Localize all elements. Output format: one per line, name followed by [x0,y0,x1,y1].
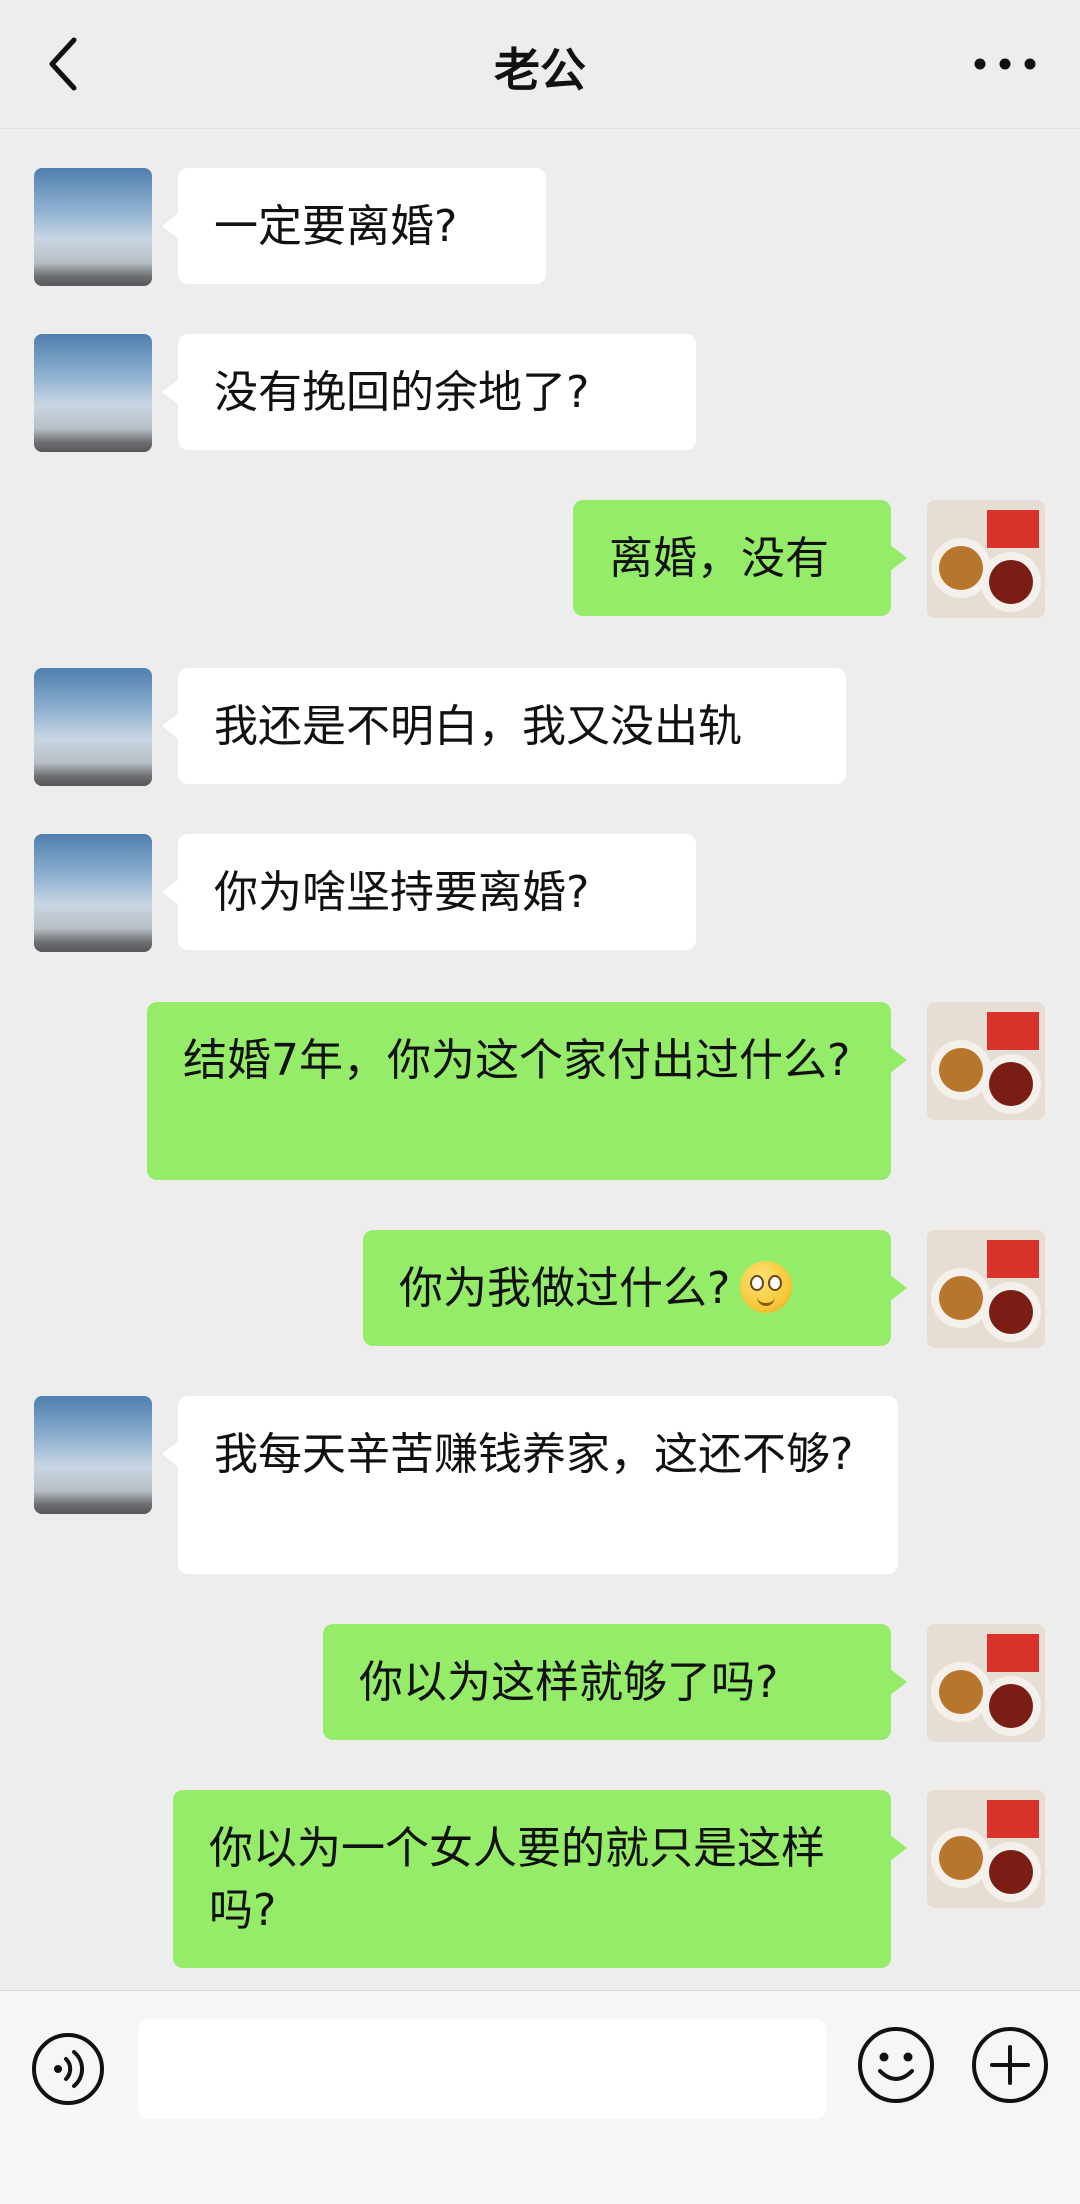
message-bubble[interactable]: 我每天辛苦赚钱养家，这还不够? [162,1396,898,1574]
avatar-self[interactable] [927,1624,1045,1742]
avatar-self[interactable] [927,1002,1045,1120]
message-bubble[interactable]: 没有挽回的余地了? [162,334,696,450]
emoji-icon[interactable] [856,2025,936,2105]
more-options-icon[interactable] [970,40,1040,88]
avatar-self[interactable] [927,1230,1045,1348]
food-photo-icon [927,1002,1045,1120]
avatar-contact[interactable] [34,668,152,786]
food-photo-icon [927,1624,1045,1742]
message-bubble[interactable]: 离婚，没有 [573,500,907,616]
message-text: 我每天辛苦赚钱养家，这还不够? [214,1429,854,1480]
message-text: 你为啥坚持要离婚? [214,867,590,918]
avatar-contact[interactable] [34,334,152,452]
voice-icon[interactable] [30,2031,106,2107]
avatar-contact[interactable] [34,168,152,286]
food-photo-icon [927,500,1045,618]
food-photo-icon [927,1790,1045,1908]
message-bubble[interactable]: 你为啥坚持要离婚? [162,834,696,950]
message-text: 一定要离婚? [214,201,458,252]
food-photo-icon [927,1230,1045,1348]
avatar-self[interactable] [927,500,1045,618]
chat-header: 老公 [0,0,1080,129]
plus-icon[interactable] [970,2025,1050,2105]
message-bubble[interactable]: 一定要离婚? [162,168,546,284]
message-bubble[interactable]: 结婚7年，你为这个家付出过什么? [147,1002,907,1180]
message-bubble[interactable]: 我还是不明白，我又没出轨 [162,668,846,784]
message-input[interactable] [138,2019,826,2119]
smiling-face-icon [740,1261,793,1313]
message-text: 你以为这样就够了吗? [359,1657,779,1708]
message-text: 你为我做过什么? [399,1263,731,1314]
message-text: 你以为一个女人要的就只是这样吗? [209,1823,825,1936]
message-text: 离婚，没有 [609,533,829,584]
avatar-contact[interactable] [34,834,152,952]
message-bubble[interactable]: 你为我做过什么? [363,1230,907,1346]
chat-title: 老公 [494,43,586,97]
input-bar [0,1990,1080,2204]
message-text: 没有挽回的余地了? [214,367,590,418]
message-text: 结婚7年，你为这个家付出过什么? [183,1035,851,1086]
message-bubble[interactable]: 你以为这样就够了吗? [323,1624,907,1740]
message-bubble[interactable]: 你以为一个女人要的就只是这样吗? [173,1790,907,1968]
avatar-self[interactable] [927,1790,1045,1908]
message-text: 我还是不明白，我又没出轨 [214,701,742,752]
avatar-contact[interactable] [34,1396,152,1514]
